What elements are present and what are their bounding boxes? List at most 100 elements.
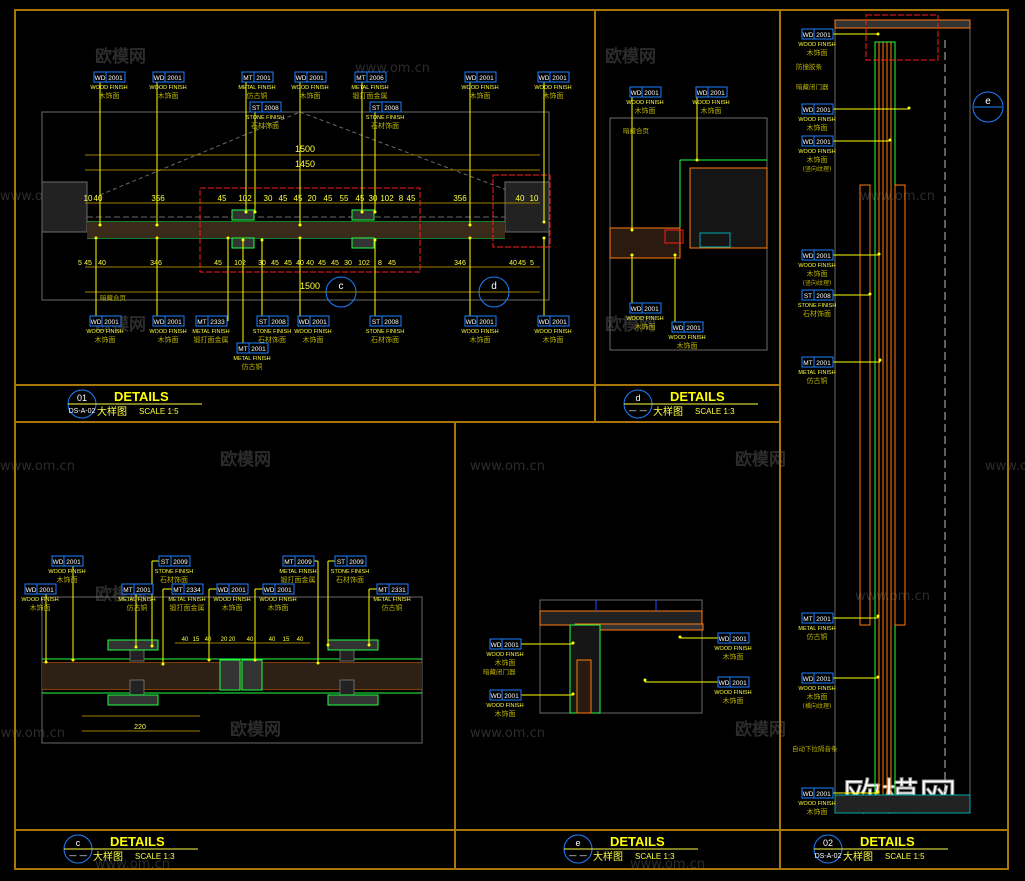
tag-finish: WOOD FINISH [213,597,250,603]
leader-dot [226,236,230,240]
tag-code: WD [803,107,814,114]
tag-finish: WOOD FINISH [668,335,705,341]
dimension-label: 346 [454,260,466,267]
leader-dot [71,658,75,662]
material-tag-mt: MT 2001 METAL FINISH仿古铜 [798,612,880,641]
leader-dot [542,236,546,240]
tag-number: 2001 [816,676,831,683]
tag-finish: METAL FINISH [373,597,410,603]
tag-code: WD [296,75,307,82]
tag-code: ST [161,559,169,566]
tag-cn: 石材饰面 [371,121,399,130]
leader-dot [150,644,154,648]
dimension-label: 30 [369,194,378,203]
tag-number: 2001 [644,306,659,313]
annotation-note: 暗藏闭门器 [796,82,829,91]
tag-code: WD [299,319,310,326]
material-tag-mt: MT 2006 METAL FINISH锻打面金属 [351,71,389,214]
dimension-label: 102 [238,194,252,203]
tag-number: 2001 [816,139,831,146]
sheet-number: DS-A-02 [69,408,96,415]
dimension-label: 45 [84,260,92,267]
tag-code: WD [631,90,642,97]
material-tag-st: ST 2009 STONE FINISH石材饰面 [326,555,369,647]
leader-dot [571,692,575,696]
tag-code: WD [803,791,814,798]
tag-cn: 木饰面 [268,603,289,612]
dimension-label: 40 [205,637,212,643]
dimension-label: 40 [516,194,525,203]
tag-finish: WOOD FINISH [798,263,835,269]
watermark-logo: 欧模网 [220,449,271,470]
dimension-label: 8 [378,260,382,267]
tag-cn: 木饰面 [470,335,491,344]
door-leaf-core [87,222,505,238]
tag-finish: STONE FINISH [331,569,369,575]
tag-number: 2009 [349,559,364,566]
leader-dot [907,106,911,110]
leader-dot [241,238,245,242]
leader-dot [571,641,575,645]
leader-dot [542,220,546,224]
detail-title: DETAILS [860,834,915,849]
leader-dot [326,643,330,647]
door-handle-rose [351,237,375,249]
handle-grip [107,694,159,706]
tag-number: 2001 [732,680,747,687]
tag-finish: WOOD FINISH [21,597,58,603]
tag-finish: STONE FINISH [155,569,193,575]
tag-finish: WOOD FINISH [486,703,523,709]
dimension-label: 10 [84,194,93,203]
leader-dot [643,678,647,682]
sheet-number-blank: — — [629,406,648,415]
sheet-number-blank: — — [69,851,88,860]
leader-dot [244,210,248,214]
leader-dot [630,253,634,257]
tag-finish: WOOD FINISH [626,316,663,322]
tag-code: WD [95,75,106,82]
dimension-label: 220 [134,724,146,731]
leader-dot [253,658,257,662]
handle-block [129,679,145,697]
tag-finish: WOOD FINISH [798,801,835,807]
dimension-label: 45 [324,194,333,203]
tag-finish: WOOD FINISH [798,117,835,123]
watermark-logo: 欧模网 [230,719,281,740]
cad-drawing-sheet: 欧模网欧模网欧模网欧模网欧模网欧模网欧模网欧模网欧模网www.om.cnwww.… [0,9,1025,872]
watermark-url: www.om.cn [0,459,75,474]
dimension-label: 40 [182,637,189,643]
leader-dot [253,210,257,214]
tag-code: MT [284,559,293,566]
tag-code: WD [673,325,684,332]
dimension-label: 45 [279,194,288,203]
tag-note: (竖向纹理) [803,165,832,173]
tag-finish: WOOD FINISH [461,329,498,335]
material-tag-wd: WD 2001 WOOD FINISH木饰面 [626,86,664,232]
tag-finish: WOOD FINISH [798,149,835,155]
tag-finish: WOOD FINISH [534,329,571,335]
tag-number: 2001 [816,253,831,260]
tag-finish: METAL FINISH [233,356,270,362]
tag-cn: 木饰面 [57,575,78,584]
dimension-label: 45 [218,194,227,203]
tag-cn: 木饰面 [807,123,828,132]
leader-dot [373,210,377,214]
annotation-note: 暗藏合页 [623,126,650,135]
tag-number: 2008 [264,105,279,112]
dimension-label: 10 [530,194,539,203]
material-tag-wd: WD 2001 WOOD FINISH木饰面 [643,676,752,705]
dimension-label: 346 [150,260,162,267]
material-tag-mt: MT 2001 METAL FINISH仿古铜 [798,356,882,385]
tag-code: WD [803,676,814,683]
tag-code: MT [356,75,365,82]
detail-scale: SCALE 1:3 [135,852,175,861]
watermark-url: www.om.cn [0,726,65,741]
floor-section [834,794,971,814]
tag-cn: 木饰面 [807,155,828,164]
dimension-label: 45 [356,194,365,203]
detail-title-cn: 大样图 [593,850,623,863]
tag-number: 2001 [644,90,659,97]
material-tag-wd: WD 2001 WOOD FINISH木饰面 [678,632,752,661]
material-tag-wd: WD 2001 WOOD FINISH木饰面 [253,583,297,662]
tag-finish: METAL FINISH [192,329,229,335]
